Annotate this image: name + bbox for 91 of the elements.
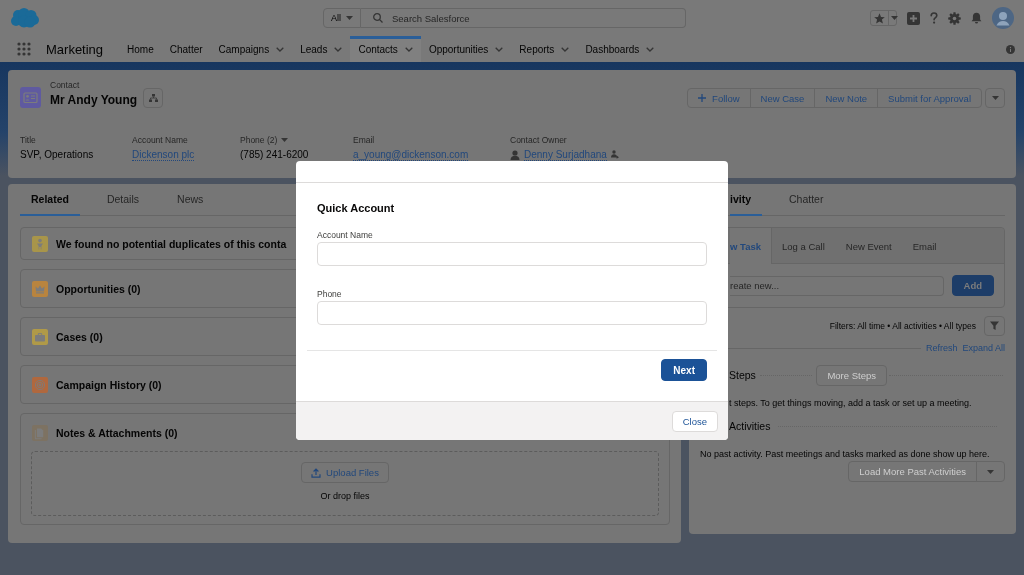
settings-icon bbox=[948, 11, 961, 25]
action-link[interactable]: Expand All bbox=[962, 343, 1005, 353]
composer-tab[interactable]: w Task bbox=[730, 228, 772, 264]
caret-down-icon bbox=[346, 16, 353, 20]
upload-icon bbox=[311, 467, 322, 478]
field-label: Phone (2) bbox=[240, 134, 278, 145]
notifications-button[interactable] bbox=[971, 12, 982, 24]
settings-button[interactable] bbox=[948, 11, 961, 25]
field-label: Email bbox=[353, 134, 375, 145]
caret-down-icon bbox=[891, 16, 898, 20]
info-icon bbox=[1006, 44, 1015, 54]
more-actions-button[interactable] bbox=[985, 88, 1005, 108]
nav-tab[interactable]: Chatter bbox=[161, 36, 211, 62]
help-icon bbox=[930, 12, 938, 24]
field-label: Account Name bbox=[132, 134, 188, 145]
add-button[interactable]: Add bbox=[951, 275, 994, 296]
search-scope-dropdown[interactable]: All bbox=[323, 8, 361, 28]
owner-link[interactable]: Denny Surjadhana bbox=[524, 148, 607, 161]
field-label: Account Name bbox=[317, 230, 374, 241]
related-list-title[interactable]: Campaign History (0) bbox=[56, 378, 162, 391]
app-launcher-icon bbox=[17, 42, 31, 56]
field-value: (785) 241-6200 bbox=[240, 149, 309, 160]
nav-tab[interactable]: Dashboards bbox=[577, 36, 663, 62]
caret-down-icon bbox=[987, 469, 994, 474]
field-label: Phone bbox=[317, 289, 343, 300]
profile-button[interactable] bbox=[992, 7, 1014, 29]
filter-icon bbox=[990, 321, 999, 330]
text-field[interactable]: reate new... bbox=[730, 275, 944, 296]
drop-files-hint: Or drop files bbox=[320, 491, 370, 501]
nav-tab[interactable]: Campaigns bbox=[210, 36, 293, 62]
star-icon bbox=[874, 12, 885, 24]
panel-tab[interactable]: Related bbox=[20, 184, 80, 216]
plus-icon bbox=[698, 94, 707, 102]
panel-tab[interactable]: ivity bbox=[730, 184, 762, 216]
empty-state-message: t steps. To get things moving, add a task or set up a meeting. bbox=[729, 397, 973, 409]
cloud-logo-icon bbox=[11, 8, 39, 28]
search-field[interactable]: Search Salesforce bbox=[361, 8, 686, 28]
upload-files-button[interactable]: Upload Files bbox=[301, 462, 389, 483]
bell-icon bbox=[971, 12, 982, 24]
nav-tab[interactable]: Reports bbox=[511, 36, 578, 62]
caret-down-icon bbox=[281, 137, 289, 142]
load-more-menu-button[interactable] bbox=[976, 461, 1005, 482]
user-icon bbox=[510, 149, 520, 160]
dialog-title: Quick Account bbox=[317, 201, 396, 215]
composer-tab[interactable]: Email bbox=[902, 228, 948, 264]
follow-button[interactable]: Follow bbox=[687, 88, 751, 108]
app-name: Marketing bbox=[46, 41, 104, 57]
record-link[interactable]: a_young@dickenson.com bbox=[353, 148, 469, 161]
app-launcher-button[interactable] bbox=[17, 42, 31, 56]
panel-tab[interactable]: Details bbox=[95, 184, 151, 216]
file-drop-zone[interactable]: Upload Files Or drop files bbox=[31, 451, 659, 516]
hierarchy-icon bbox=[148, 94, 158, 102]
close-button[interactable]: Close bbox=[671, 410, 718, 432]
filters-summary: Filters: All time • All activities • All types bbox=[829, 320, 976, 331]
filter-button[interactable] bbox=[984, 315, 1005, 336]
related-list-title: We found no potential duplicates of this conta bbox=[56, 237, 287, 250]
nav-tab[interactable]: Home bbox=[119, 36, 162, 62]
search-icon bbox=[373, 13, 383, 23]
section-heading: Steps bbox=[729, 369, 756, 381]
field-value: SVP, Operations bbox=[20, 149, 94, 160]
empty-state-message: No past activity. Past meetings and tasks marked as done show up here. bbox=[700, 448, 991, 460]
next-button[interactable]: Next bbox=[661, 359, 707, 381]
related-list-title[interactable]: Notes & Attachments (0) bbox=[56, 426, 178, 439]
contact-card-icon bbox=[20, 87, 41, 108]
field-label: Contact Owner bbox=[510, 134, 567, 145]
panel-tab[interactable]: Chatter bbox=[778, 184, 835, 216]
action-button[interactable]: Submit for Approval bbox=[877, 88, 982, 108]
nav-tab[interactable]: Leads bbox=[292, 36, 351, 62]
nav-tab[interactable]: Opportunities bbox=[420, 36, 512, 62]
field-label: Title bbox=[20, 134, 36, 145]
record-link[interactable]: Dickenson plc bbox=[132, 148, 195, 161]
avatar-icon bbox=[992, 7, 1014, 29]
favorites-button[interactable] bbox=[870, 10, 897, 26]
action-button[interactable]: New Note bbox=[814, 88, 879, 108]
plus-icon bbox=[907, 11, 920, 25]
new-item-button[interactable] bbox=[907, 11, 920, 25]
related-list-title[interactable]: Opportunities (0) bbox=[56, 282, 141, 295]
action-button[interactable]: New Case bbox=[749, 88, 816, 108]
hierarchy-button[interactable] bbox=[143, 88, 164, 108]
person-arrow-icon[interactable] bbox=[610, 150, 619, 159]
object-type-label: Contact bbox=[50, 80, 81, 90]
help-button[interactable] bbox=[930, 12, 938, 24]
panel-tab[interactable]: News bbox=[166, 184, 215, 216]
section-heading: Activities bbox=[729, 420, 771, 432]
composer-tab[interactable]: New Event bbox=[835, 228, 903, 264]
record-name: Mr Andy Young bbox=[50, 93, 138, 108]
related-list-title[interactable]: Cases (0) bbox=[56, 330, 103, 343]
composer-tab[interactable]: Log a Call bbox=[772, 228, 836, 264]
nav-tab[interactable]: Contacts bbox=[350, 36, 421, 62]
action-link[interactable]: Refresh bbox=[925, 343, 958, 353]
caret-down-icon bbox=[991, 96, 999, 100]
